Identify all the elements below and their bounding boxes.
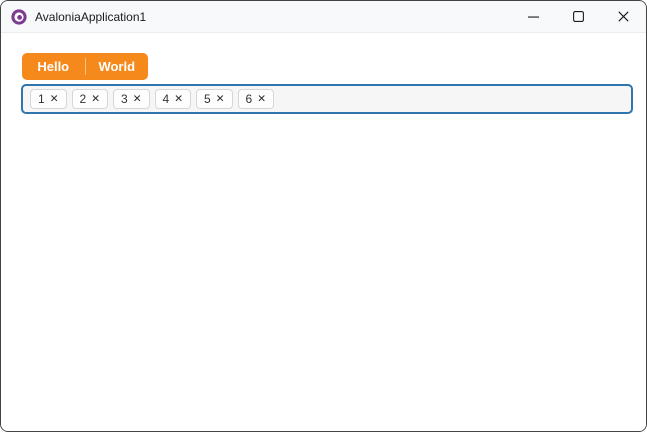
avalonia-logo-icon <box>11 8 27 25</box>
tag-label: 1 <box>38 92 45 106</box>
minimize-icon <box>528 16 539 18</box>
tag-chip: 3 ✕ <box>113 89 150 109</box>
content-area: Hello World 1 ✕ 2 ✕ 3 ✕ 4 ✕ 5 ✕ 6 ✕ <box>1 33 646 431</box>
tag-chip: 5 ✕ <box>196 89 233 109</box>
tag-label: 2 <box>79 92 87 106</box>
window-title: AvaloniaApplication1 <box>35 9 147 24</box>
tag-label: 6 <box>245 92 253 106</box>
tag-label: 4 <box>162 92 170 106</box>
tag-label: 5 <box>204 92 211 106</box>
caption-buttons <box>511 1 646 32</box>
tag-remove-icon[interactable]: ✕ <box>257 93 266 105</box>
split-button-world[interactable]: World <box>86 53 149 80</box>
maximize-icon <box>573 11 584 22</box>
split-button-hello[interactable]: Hello <box>22 53 85 80</box>
close-button[interactable] <box>601 1 646 32</box>
tag-label: 3 <box>121 92 128 106</box>
app-window: AvaloniaApplication1 Hello World 1 ✕ 2 ✕… <box>0 0 647 432</box>
minimize-button[interactable] <box>511 1 556 32</box>
split-button: Hello World <box>22 53 148 80</box>
tag-remove-icon[interactable]: ✕ <box>91 93 100 105</box>
maximize-button[interactable] <box>556 1 601 32</box>
tag-chip: 6 ✕ <box>237 89 274 109</box>
tag-input[interactable]: 1 ✕ 2 ✕ 3 ✕ 4 ✕ 5 ✕ 6 ✕ <box>21 84 633 114</box>
tag-remove-icon[interactable]: ✕ <box>216 93 225 105</box>
close-icon <box>618 11 629 22</box>
tag-chip: 4 ✕ <box>154 89 191 109</box>
tag-remove-icon[interactable]: ✕ <box>174 93 183 105</box>
tag-chip: 1 ✕ <box>30 89 67 109</box>
tag-remove-icon[interactable]: ✕ <box>50 93 59 105</box>
titlebar: AvaloniaApplication1 <box>1 1 646 33</box>
tag-chip: 2 ✕ <box>71 89 108 109</box>
tag-remove-icon[interactable]: ✕ <box>133 93 142 105</box>
